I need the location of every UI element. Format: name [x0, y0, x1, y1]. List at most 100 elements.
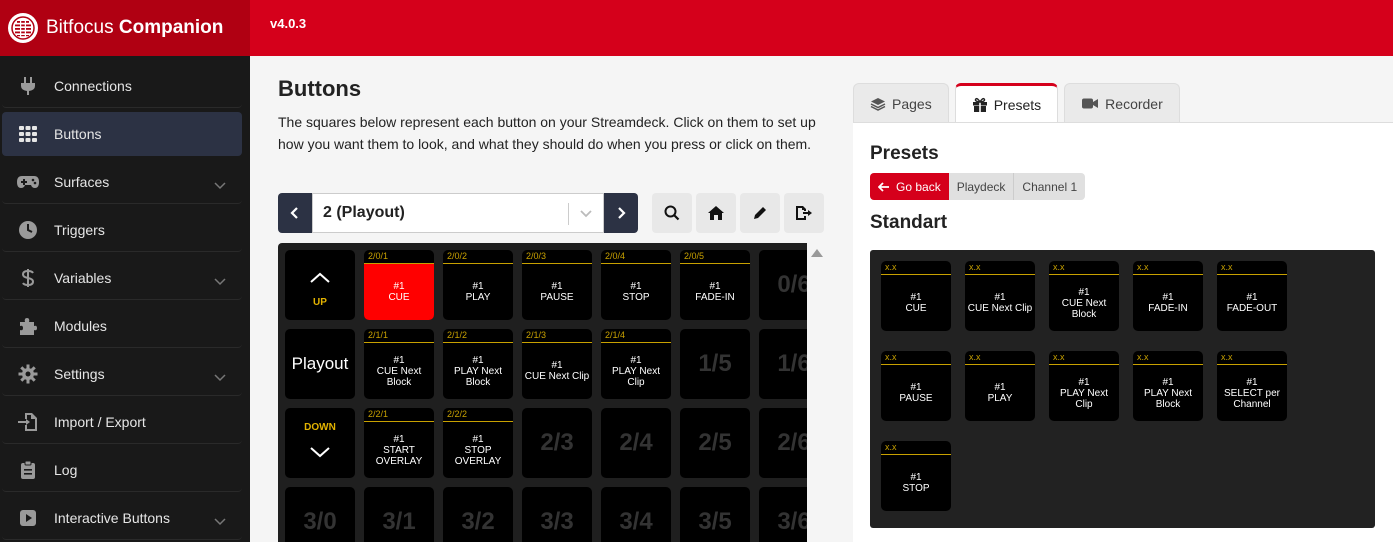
empty-cell-location: 2/6 — [777, 429, 807, 456]
empty-button-cell[interactable]: 1/6 — [759, 329, 807, 399]
empty-button-cell[interactable]: 3/4 — [601, 487, 671, 542]
sidebar-item-label: Triggers — [54, 221, 105, 238]
empty-button-cell[interactable]: 3/0 — [285, 487, 355, 542]
next-page-button[interactable] — [604, 193, 638, 233]
empty-button-cell[interactable]: 2/3 — [522, 408, 592, 478]
empty-button-cell[interactable]: 2/6 — [759, 408, 807, 478]
right-panel-tabs: Pages Presets Recorder — [853, 83, 1186, 123]
empty-cell-location: 0/6 — [777, 271, 807, 298]
version-label: v4.0.3 — [270, 16, 307, 31]
empty-button-cell[interactable]: 2/5 — [680, 408, 750, 478]
sidebar-item-triggers[interactable]: Triggers — [2, 208, 242, 252]
sidebar-item-connections[interactable]: Connections — [2, 64, 242, 108]
play-square-icon — [14, 504, 42, 532]
preset-label-line: #1 — [994, 292, 1006, 303]
sidebar-item-label: Interactive Buttons — [54, 509, 170, 526]
brand-name-light: Bitfocus — [46, 17, 114, 38]
button-cell[interactable]: 2/0/5 #1 FADE-IN — [680, 250, 750, 320]
home-button[interactable] — [696, 193, 736, 233]
preset-button[interactable]: x.x #1 PLAY — [965, 351, 1035, 421]
button-cell[interactable]: 2/0/1 #1 CUE — [364, 250, 434, 320]
layers-icon — [870, 97, 886, 111]
preset-label-line: #1 — [1078, 376, 1090, 388]
breadcrumb-item[interactable]: Channel 1 — [1014, 173, 1086, 200]
button-cell[interactable]: 2/1/3 #1 CUE Next Clip — [522, 329, 592, 399]
button-grid: UP 2/0/1 #1 CUE 2/0/2 #1 PLAY 2/0/3 #1 PAUSE 2/0/4… — [278, 243, 807, 542]
page-up-button[interactable]: UP — [285, 250, 355, 320]
preset-label-line: #1 — [1078, 286, 1090, 298]
button-cell[interactable]: 2/1/4 #1 PLAY Next Clip — [601, 329, 671, 399]
button-location-label: 2/0/1 — [364, 250, 434, 264]
preset-label-line: PLAY Next — [1144, 387, 1192, 399]
export-page-button[interactable] — [784, 193, 824, 233]
button-cell[interactable]: 2/0/2 #1 PLAY — [443, 250, 513, 320]
button-cell[interactable]: 2/0/3 #1 PAUSE — [522, 250, 592, 320]
preset-label-line: CUE Next Clip — [967, 303, 1033, 314]
button-cell[interactable]: 2/0/4 #1 STOP — [601, 250, 671, 320]
preset-button[interactable]: x.x #1 STOP — [881, 441, 951, 511]
button-cell[interactable]: 2/2/1 #1 START OVERLAY — [364, 408, 434, 478]
tab-presets[interactable]: Presets — [954, 83, 1059, 123]
tab-recorder[interactable]: Recorder — [1064, 83, 1180, 123]
sidebar-item-surfaces[interactable]: Surfaces — [2, 160, 242, 204]
preset-button[interactable]: x.x #1 FADE-OUT — [1217, 261, 1287, 331]
button-cell[interactable]: 2/2/2 #1 STOP OVERLAY — [443, 408, 513, 478]
button-label-line: CUE — [388, 292, 410, 303]
preset-button[interactable]: x.x #1 CUE Next Clip — [965, 261, 1035, 331]
preset-label-line: #1 — [1162, 376, 1174, 388]
preset-button[interactable]: x.x #1 SELECT per Channel — [1217, 351, 1287, 421]
empty-cell-location: 3/4 — [619, 508, 653, 535]
sidebar-item-interactive-buttons[interactable]: Interactive Buttons — [2, 496, 242, 540]
arrow-up-icon — [309, 263, 331, 291]
button-location-label: 2/1/2 — [443, 329, 513, 343]
preset-button[interactable]: x.x #1 CUE Next Block — [1049, 261, 1119, 331]
chevron-down-icon — [214, 369, 226, 385]
preset-location-label: x.x — [965, 351, 1035, 365]
empty-button-cell[interactable]: 2/4 — [601, 408, 671, 478]
sidebar-item-variables[interactable]: Variables — [2, 256, 242, 300]
edit-button[interactable] — [740, 193, 780, 233]
empty-button-cell[interactable]: 3/3 — [522, 487, 592, 542]
go-back-label: Go back — [896, 179, 941, 194]
prev-page-button[interactable] — [278, 193, 312, 233]
preset-button[interactable]: x.x #1 PAUSE — [881, 351, 951, 421]
sidebar-item-modules[interactable]: Modules — [2, 304, 242, 348]
preset-location-label: x.x — [881, 441, 951, 455]
empty-button-cell[interactable]: 3/6 — [759, 487, 807, 542]
preset-button[interactable]: x.x #1 FADE-IN — [1133, 261, 1203, 331]
breadcrumb-item[interactable]: Playdeck — [948, 173, 1015, 200]
button-label-line: OVERLAY — [454, 455, 502, 467]
page-select[interactable]: 2 (Playout) — [312, 193, 604, 233]
page-title: Buttons — [278, 76, 362, 101]
empty-button-cell[interactable]: 3/1 — [364, 487, 434, 542]
preset-button[interactable]: x.x #1 PLAY Next Clip — [1049, 351, 1119, 421]
button-label-line: #1 — [472, 354, 484, 366]
dollar-icon — [14, 264, 42, 292]
button-cell[interactable]: 2/1/2 #1 PLAY Next Block — [443, 329, 513, 399]
tab-pages[interactable]: Pages — [853, 83, 949, 123]
empty-button-cell[interactable]: 3/2 — [443, 487, 513, 542]
go-back-button[interactable]: Go back — [870, 173, 949, 200]
preset-button[interactable]: x.x #1 PLAY Next Block — [1133, 351, 1203, 421]
sidebar-item-settings[interactable]: Settings — [2, 352, 242, 396]
page-down-button[interactable]: DOWN — [285, 408, 355, 478]
sidebar-item-label: Log — [54, 461, 78, 478]
preset-button[interactable]: x.x #1 CUE — [881, 261, 951, 331]
nav-cell-label: DOWN — [304, 421, 336, 433]
scroll-up-arrow-icon[interactable] — [810, 247, 824, 259]
button-label-line: CUE Next Clip — [524, 371, 590, 382]
empty-button-cell[interactable]: 0/6 — [759, 250, 807, 320]
brand-header[interactable]: Bitfocus Companion — [0, 0, 250, 56]
gift-icon — [972, 97, 988, 113]
empty-button-cell[interactable]: 3/5 — [680, 487, 750, 542]
sidebar-item-log[interactable]: Log — [2, 448, 242, 492]
sidebar-item-buttons[interactable]: Buttons — [2, 112, 242, 156]
button-label-line: #1 — [472, 433, 484, 445]
sidebar-item-import-export[interactable]: Import / Export — [2, 400, 242, 444]
button-cell[interactable]: 2/1/1 #1 CUE Next Block — [364, 329, 434, 399]
page-name-cell[interactable]: Playout — [285, 329, 355, 399]
search-button[interactable] — [652, 193, 692, 233]
sidebar-item-label: Variables — [54, 269, 112, 286]
arrow-down-icon — [309, 437, 331, 465]
empty-button-cell[interactable]: 1/5 — [680, 329, 750, 399]
